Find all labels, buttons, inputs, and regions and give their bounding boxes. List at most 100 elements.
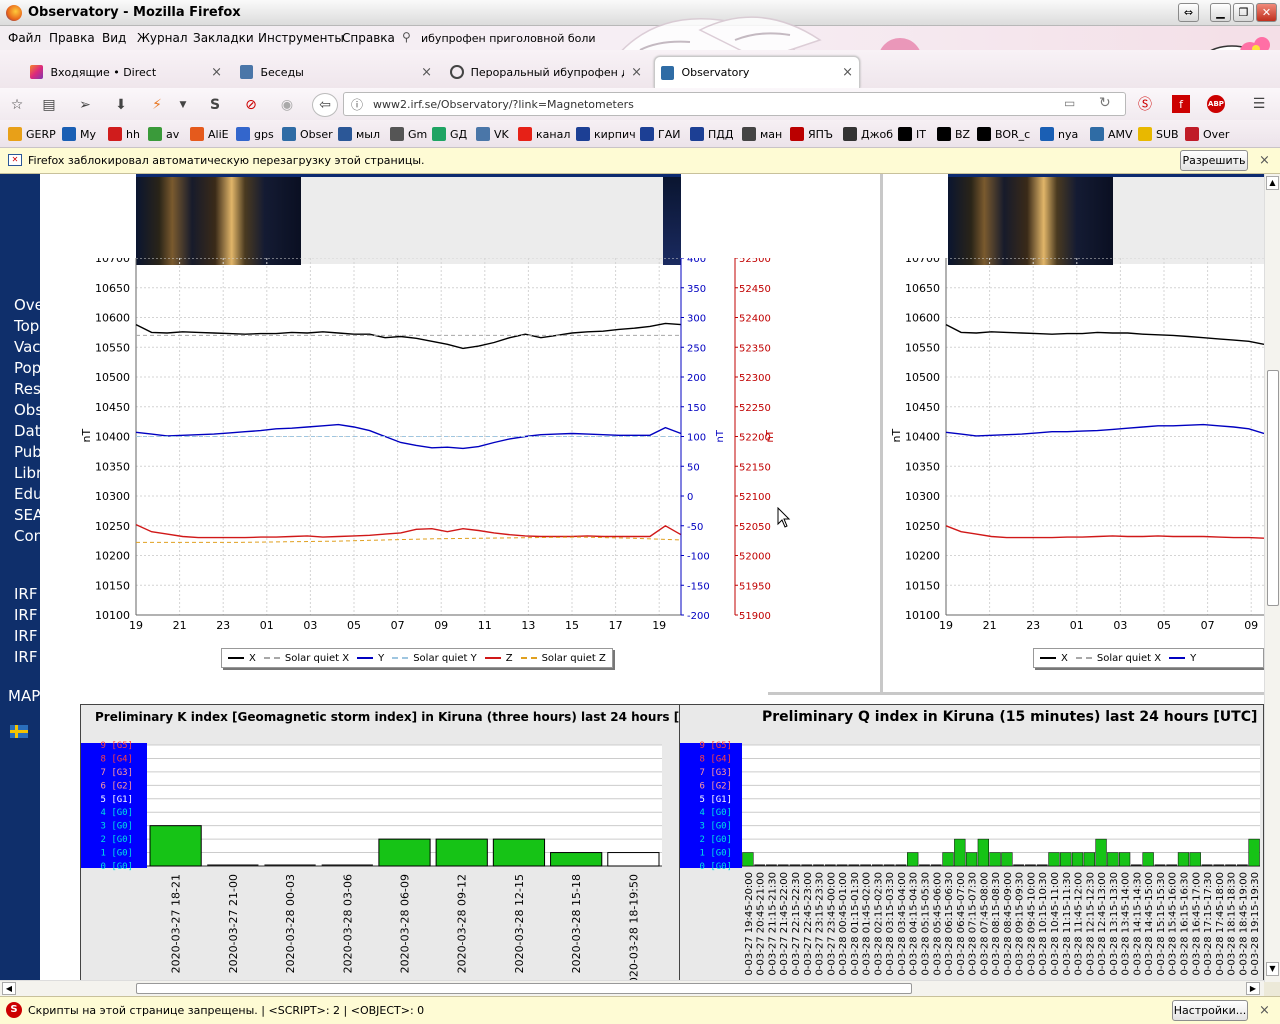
- close-notification-icon[interactable]: ×: [1259, 153, 1270, 168]
- scroll-right-arrow[interactable]: ▶: [1246, 982, 1260, 995]
- reload-icon[interactable]: ↻: [1099, 95, 1111, 111]
- tab-ibuprofen[interactable]: Пероральный ибупрофен д... ×: [444, 58, 648, 86]
- bookmark-item[interactable]: IT: [898, 127, 926, 141]
- bookmark-item[interactable]: GERP: [8, 127, 56, 141]
- restore-tabs-icon[interactable]: ⇔: [1178, 3, 1199, 22]
- bookmark-item[interactable]: кирпич: [576, 127, 636, 141]
- bookmark-item[interactable]: gps: [236, 127, 274, 141]
- sidebar-item-libr[interactable]: Libr: [14, 464, 40, 482]
- menu-bar: Файл Правка Вид Журнал Закладки Инструме…: [0, 26, 1280, 50]
- bookmark-item[interactable]: hh: [108, 127, 140, 141]
- sidebar-item-irf-2[interactable]: IRF: [14, 606, 37, 624]
- swedish-flag-icon[interactable]: [10, 725, 28, 738]
- sidebar-item-vac[interactable]: Vac: [14, 338, 40, 356]
- bookmark-item[interactable]: Gm: [390, 127, 427, 141]
- menu-tools[interactable]: Инструменты: [258, 31, 344, 45]
- sidebar-item-res[interactable]: Res: [14, 380, 40, 398]
- addon-block-icon[interactable]: ⊘: [242, 96, 260, 114]
- close-tab-icon[interactable]: ×: [421, 65, 432, 80]
- menu-edit[interactable]: Правка: [49, 31, 95, 45]
- sidebar-item-irf-4[interactable]: IRF: [14, 648, 37, 666]
- flash-icon[interactable]: f: [1172, 95, 1190, 113]
- sidebar-item-overview[interactable]: Ove: [14, 296, 40, 314]
- bookmark-item[interactable]: SUB: [1138, 127, 1179, 141]
- maximize-button[interactable]: ❐: [1233, 3, 1254, 22]
- address-bar[interactable]: ⓘ www2.irf.se/Observatory/?link=Magnetom…: [343, 92, 1126, 116]
- menu-hamburger-icon[interactable]: ☰: [1250, 95, 1268, 113]
- menu-file[interactable]: Файл: [8, 31, 41, 45]
- bookmark-item[interactable]: ман: [742, 127, 782, 141]
- adblock-icon[interactable]: ABP: [1207, 95, 1225, 113]
- bookmark-item[interactable]: BZ: [937, 127, 970, 141]
- bookmark-item[interactable]: av: [148, 127, 179, 141]
- bookmark-item[interactable]: VK: [476, 127, 509, 141]
- close-tab-icon[interactable]: ×: [631, 65, 642, 80]
- send-icon[interactable]: ➢: [76, 96, 94, 114]
- reader-view-icon[interactable]: ▭: [1064, 96, 1075, 110]
- search-box[interactable]: ⚲ ибупрофен приголовной боли: [399, 28, 649, 48]
- menu-help[interactable]: Справка: [342, 31, 395, 45]
- bookmark-item[interactable]: My: [62, 127, 96, 141]
- globe-icon[interactable]: ◉: [278, 96, 296, 114]
- scroll-down-arrow[interactable]: ▼: [1266, 962, 1279, 976]
- scroll-up-arrow[interactable]: ▲: [1266, 176, 1279, 190]
- bookmark-item[interactable]: BOR_c: [977, 127, 1030, 141]
- tab-conversations[interactable]: Беседы ×: [234, 58, 438, 86]
- menu-history[interactable]: Журнал: [137, 31, 188, 45]
- aurora-image-right[interactable]: [663, 177, 681, 265]
- sidebar-item-dat[interactable]: Dat: [14, 422, 40, 440]
- bookmarks-menu-icon[interactable]: ▤: [40, 96, 58, 114]
- sidebar-item-edu[interactable]: Edu: [14, 485, 40, 503]
- sidebar-item-sea[interactable]: SEA: [14, 506, 40, 524]
- tab-direct[interactable]: Входящие • Direct ×: [24, 58, 228, 86]
- rss-icon[interactable]: ⚡: [148, 96, 166, 114]
- sidebar-item-irf-3[interactable]: IRF: [14, 627, 37, 645]
- scroll-left-arrow[interactable]: ◀: [2, 982, 16, 995]
- close-tab-icon[interactable]: ×: [211, 65, 222, 80]
- bookmark-item[interactable]: Obser: [282, 127, 333, 141]
- bookmark-item[interactable]: Джоб: [843, 127, 893, 141]
- scroll-thumb[interactable]: [1267, 370, 1279, 606]
- close-status-icon[interactable]: ×: [1259, 1003, 1270, 1018]
- download-icon[interactable]: ⬇: [112, 96, 130, 114]
- menu-bookmarks[interactable]: Закладки: [193, 31, 254, 45]
- dropdown-arrow-icon[interactable]: ▼: [174, 96, 192, 114]
- sidebar-item-irf-1[interactable]: IRF: [14, 585, 37, 603]
- bookmark-item[interactable]: ГАИ: [640, 127, 680, 141]
- bookmark-item[interactable]: ПДД: [690, 127, 733, 141]
- tab-observatory[interactable]: Observatory ×: [654, 56, 860, 88]
- info-icon[interactable]: ⓘ: [351, 96, 363, 113]
- settings-button[interactable]: Настройки...: [1172, 1000, 1248, 1021]
- bookmark-item[interactable]: AMV: [1090, 127, 1133, 141]
- close-window-button[interactable]: ✕: [1256, 3, 1277, 22]
- hscroll-thumb[interactable]: [136, 983, 912, 994]
- bookmark-item[interactable]: AliE: [190, 127, 229, 141]
- sidebar-item-pop[interactable]: Pop: [14, 359, 40, 377]
- vertical-scrollbar[interactable]: ▲ ▼: [1264, 174, 1280, 982]
- noscript-icon[interactable]: Ⓢ: [1136, 95, 1154, 113]
- horizontal-scrollbar[interactable]: ◀ ▶: [0, 980, 1264, 996]
- y-tick-label: 10350: [905, 460, 940, 473]
- allow-button[interactable]: Разрешить: [1180, 150, 1248, 171]
- bookmark-item[interactable]: ЯПЪ: [790, 127, 833, 141]
- back-button[interactable]: ⇦: [312, 93, 338, 117]
- bookmark-item[interactable]: GД: [432, 127, 467, 141]
- sidebar-item-top[interactable]: Top: [14, 317, 39, 335]
- close-tab-icon[interactable]: ×: [842, 65, 853, 80]
- sidebar-item-obs[interactable]: Obs: [14, 401, 40, 419]
- bookmark-item[interactable]: Over: [1185, 127, 1229, 141]
- aurora-image-2[interactable]: [948, 177, 1113, 265]
- aurora-image[interactable]: [136, 177, 301, 265]
- bookmark-item[interactable]: канал: [518, 127, 570, 141]
- url-text[interactable]: www2.irf.se/Observatory/?link=Magnetomet…: [373, 98, 634, 111]
- bookmark-item[interactable]: мыл: [338, 127, 380, 141]
- sidebar-item-con[interactable]: Con: [14, 527, 40, 545]
- bookmark-star-icon[interactable]: ☆: [8, 96, 26, 114]
- search-input[interactable]: ибупрофен приголовной боли: [421, 32, 596, 45]
- menu-view[interactable]: Вид: [102, 31, 126, 45]
- minimize-button[interactable]: ▁: [1210, 3, 1231, 22]
- addon-s-icon[interactable]: S: [206, 96, 224, 114]
- sidebar-item-pub[interactable]: Pub: [14, 443, 40, 461]
- bookmark-item[interactable]: nya: [1040, 127, 1078, 141]
- sidebar-item-map[interactable]: MAP: [8, 687, 40, 705]
